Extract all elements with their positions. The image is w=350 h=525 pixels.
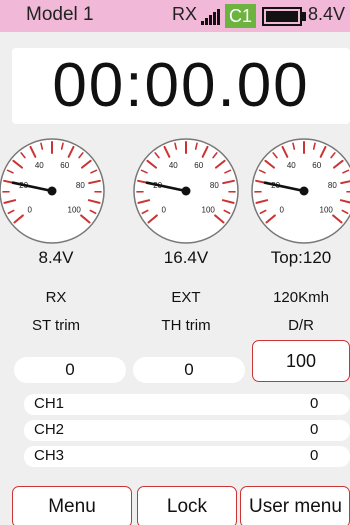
st-trim-label: ST trim [31,317,81,334]
gauge-hub [299,186,309,196]
rx-voltage-gauge-icon: 020406080100 [0,135,108,247]
gauge-dial-label: 80 [210,181,219,190]
ext-voltage-gauge-icon: 020406080100 [130,135,242,247]
th-trim-label: TH trim [161,317,211,334]
channel-badge: C1 [225,4,256,28]
gauge-dial-label: 0 [280,206,285,215]
top-speed-reading: Top:120 [270,248,332,267]
th-trim-value-text: 0 [184,360,194,379]
gauge-hub [47,186,57,196]
gauge-dial-label: 40 [287,161,296,170]
menu-button[interactable]: Menu [12,486,132,525]
gauge-dial-label: 0 [162,206,167,215]
gauge-dial-label: 80 [76,181,85,190]
dr-value-box[interactable]: 100 [252,340,350,382]
battery-full-icon [262,7,307,26]
channel-row-ch2: CH2 0 [24,420,350,441]
gauge-dial-label: 100 [202,206,216,215]
gauge-dial-label: 100 [68,206,82,215]
gauge-dial-label: 40 [169,161,178,170]
rx-label: RX [172,4,198,24]
channel-value: 0 [310,395,319,412]
rx-voltage-reading: 8.4V [38,248,74,267]
channel-name: CH2 [34,421,65,438]
channel-name: CH1 [34,395,65,412]
rx-gauge-label: RX [45,289,67,306]
battery-voltage: 8.4V [308,4,346,24]
gauge-dial-label: 40 [35,161,44,170]
timer-value: 00:00.00 [52,51,310,120]
signal-bars-icon [201,9,221,25]
speed-gauge-label: 120Kmh [273,289,329,306]
dr-label: D/R [288,317,314,334]
speed-gauge-icon: 020406080100 [248,135,350,247]
ext-gauge-label: EXT [171,289,201,306]
channel-row-ch1: CH1 0 [24,394,350,415]
gauge-hub [181,186,191,196]
st-trim-value-text: 0 [65,360,75,379]
st-trim-value[interactable]: 0 [14,357,126,383]
gauge-dial-label: 80 [328,181,337,190]
channel-name: CH3 [34,447,65,464]
gauge-dial-label: 100 [320,206,334,215]
gauge-dial-label: 60 [194,161,203,170]
gauge-dial-label: 60 [312,161,321,170]
timer-panel[interactable]: 00:00.00 [12,48,350,124]
ext-voltage-reading: 16.4V [163,248,209,267]
gauge-dial-label: 60 [60,161,69,170]
lock-button[interactable]: Lock [137,486,237,525]
model-name: Model 1 [26,4,94,25]
channel-row-ch3: CH3 0 [24,446,350,467]
channel-value: 0 [310,421,319,438]
th-trim-value[interactable]: 0 [133,357,245,383]
status-bar: Model 1 RX C1 8.4V [0,0,350,32]
channel-value: 0 [310,447,319,464]
user-menu-button[interactable]: User menu [240,486,350,525]
dr-value-text: 100 [285,351,317,371]
gauge-dial-label: 0 [28,206,33,215]
